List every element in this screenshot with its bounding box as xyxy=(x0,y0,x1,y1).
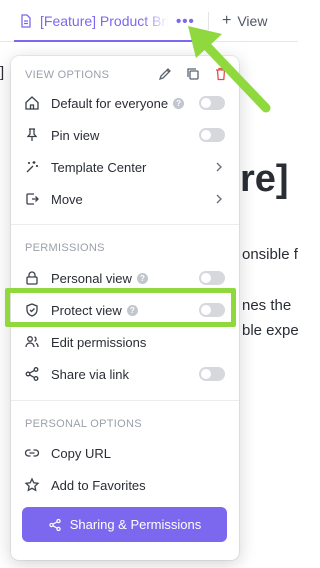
help-icon[interactable]: ? xyxy=(173,97,185,109)
plus-icon: + xyxy=(222,12,232,29)
menu-item-pin-view[interactable]: Pin view xyxy=(11,119,239,151)
sparkle-icon xyxy=(23,158,41,176)
personal-options-label: PERSONAL OPTIONS xyxy=(25,418,142,430)
menu-item-label: Share via link xyxy=(51,366,130,382)
tab-title: [Feature] Product Brief xyxy=(40,13,168,29)
doc-paragraph-line: nes the xyxy=(242,297,292,314)
permissions-label: PERMISSIONS xyxy=(25,242,105,254)
menu-item-template-center[interactable]: Template Center xyxy=(11,151,239,183)
help-icon[interactable]: ? xyxy=(136,272,148,284)
menu-item-label: Edit permissions xyxy=(51,334,147,350)
share-icon xyxy=(49,518,61,531)
doc-heading: re] xyxy=(240,158,289,200)
add-view-button[interactable]: + View xyxy=(222,0,267,42)
view-options-label: VIEW OPTIONS xyxy=(25,69,110,81)
personal-view-toggle[interactable] xyxy=(199,271,225,285)
share-via-link-toggle[interactable] xyxy=(199,367,225,381)
menu-item-default-for-everyone[interactable]: Default for everyone ? xyxy=(11,87,239,119)
active-tab-underline xyxy=(14,40,206,42)
menu-divider xyxy=(11,400,239,401)
chevron-right-icon xyxy=(216,162,222,172)
menu-item-label: Add to Favorites xyxy=(51,477,146,493)
menu-item-edit-permissions[interactable]: Edit permissions xyxy=(11,326,239,358)
star-icon xyxy=(23,476,41,494)
pin-view-toggle[interactable] xyxy=(199,128,225,142)
duplicate-icon[interactable] xyxy=(185,66,201,82)
pin-icon xyxy=(23,126,41,144)
menu-item-label: Default for everyone xyxy=(51,95,169,111)
menu-item-add-to-favorites[interactable]: Add to Favorites xyxy=(11,469,239,501)
default-for-everyone-toggle[interactable] xyxy=(199,96,225,110)
delete-icon[interactable] xyxy=(213,66,229,82)
home-icon xyxy=(23,94,41,112)
move-icon xyxy=(23,190,41,208)
tab-product-brief[interactable]: [Feature] Product Brief xyxy=(20,0,168,42)
edit-icon[interactable] xyxy=(157,66,173,82)
sharing-permissions-button[interactable]: Sharing & Permissions xyxy=(22,507,227,542)
menu-header-actions xyxy=(157,66,229,82)
users-icon xyxy=(23,333,41,351)
tab-divider xyxy=(208,12,209,30)
link-icon xyxy=(23,444,41,462)
doc-paragraph-line: onsible f xyxy=(242,246,298,263)
chevron-right-icon xyxy=(216,194,222,204)
annotation-highlight-box xyxy=(5,288,236,327)
menu-divider xyxy=(11,224,239,225)
menu-item-label: Move xyxy=(51,191,83,207)
lock-icon xyxy=(23,269,41,287)
sharing-permissions-label: Sharing & Permissions xyxy=(69,517,202,532)
menu-item-copy-url[interactable]: Copy URL xyxy=(11,437,239,469)
more-options-icon[interactable]: ••• xyxy=(176,13,195,30)
menu-item-move[interactable]: Move xyxy=(11,183,239,215)
menu-item-label: Personal view xyxy=(51,270,132,286)
add-view-label: View xyxy=(237,13,268,29)
doc-text-fragment: ] xyxy=(0,64,5,81)
share-icon xyxy=(23,365,41,383)
document-icon xyxy=(21,14,31,28)
menu-item-share-via-link[interactable]: Share via link xyxy=(11,358,239,390)
menu-item-label: Copy URL xyxy=(51,445,111,461)
view-tab-bar: [Feature] Product Brief ••• + View xyxy=(0,0,298,42)
menu-item-label: Template Center xyxy=(51,159,147,175)
doc-paragraph-line: ble expe xyxy=(242,322,299,339)
menu-item-label: Pin view xyxy=(51,127,100,143)
